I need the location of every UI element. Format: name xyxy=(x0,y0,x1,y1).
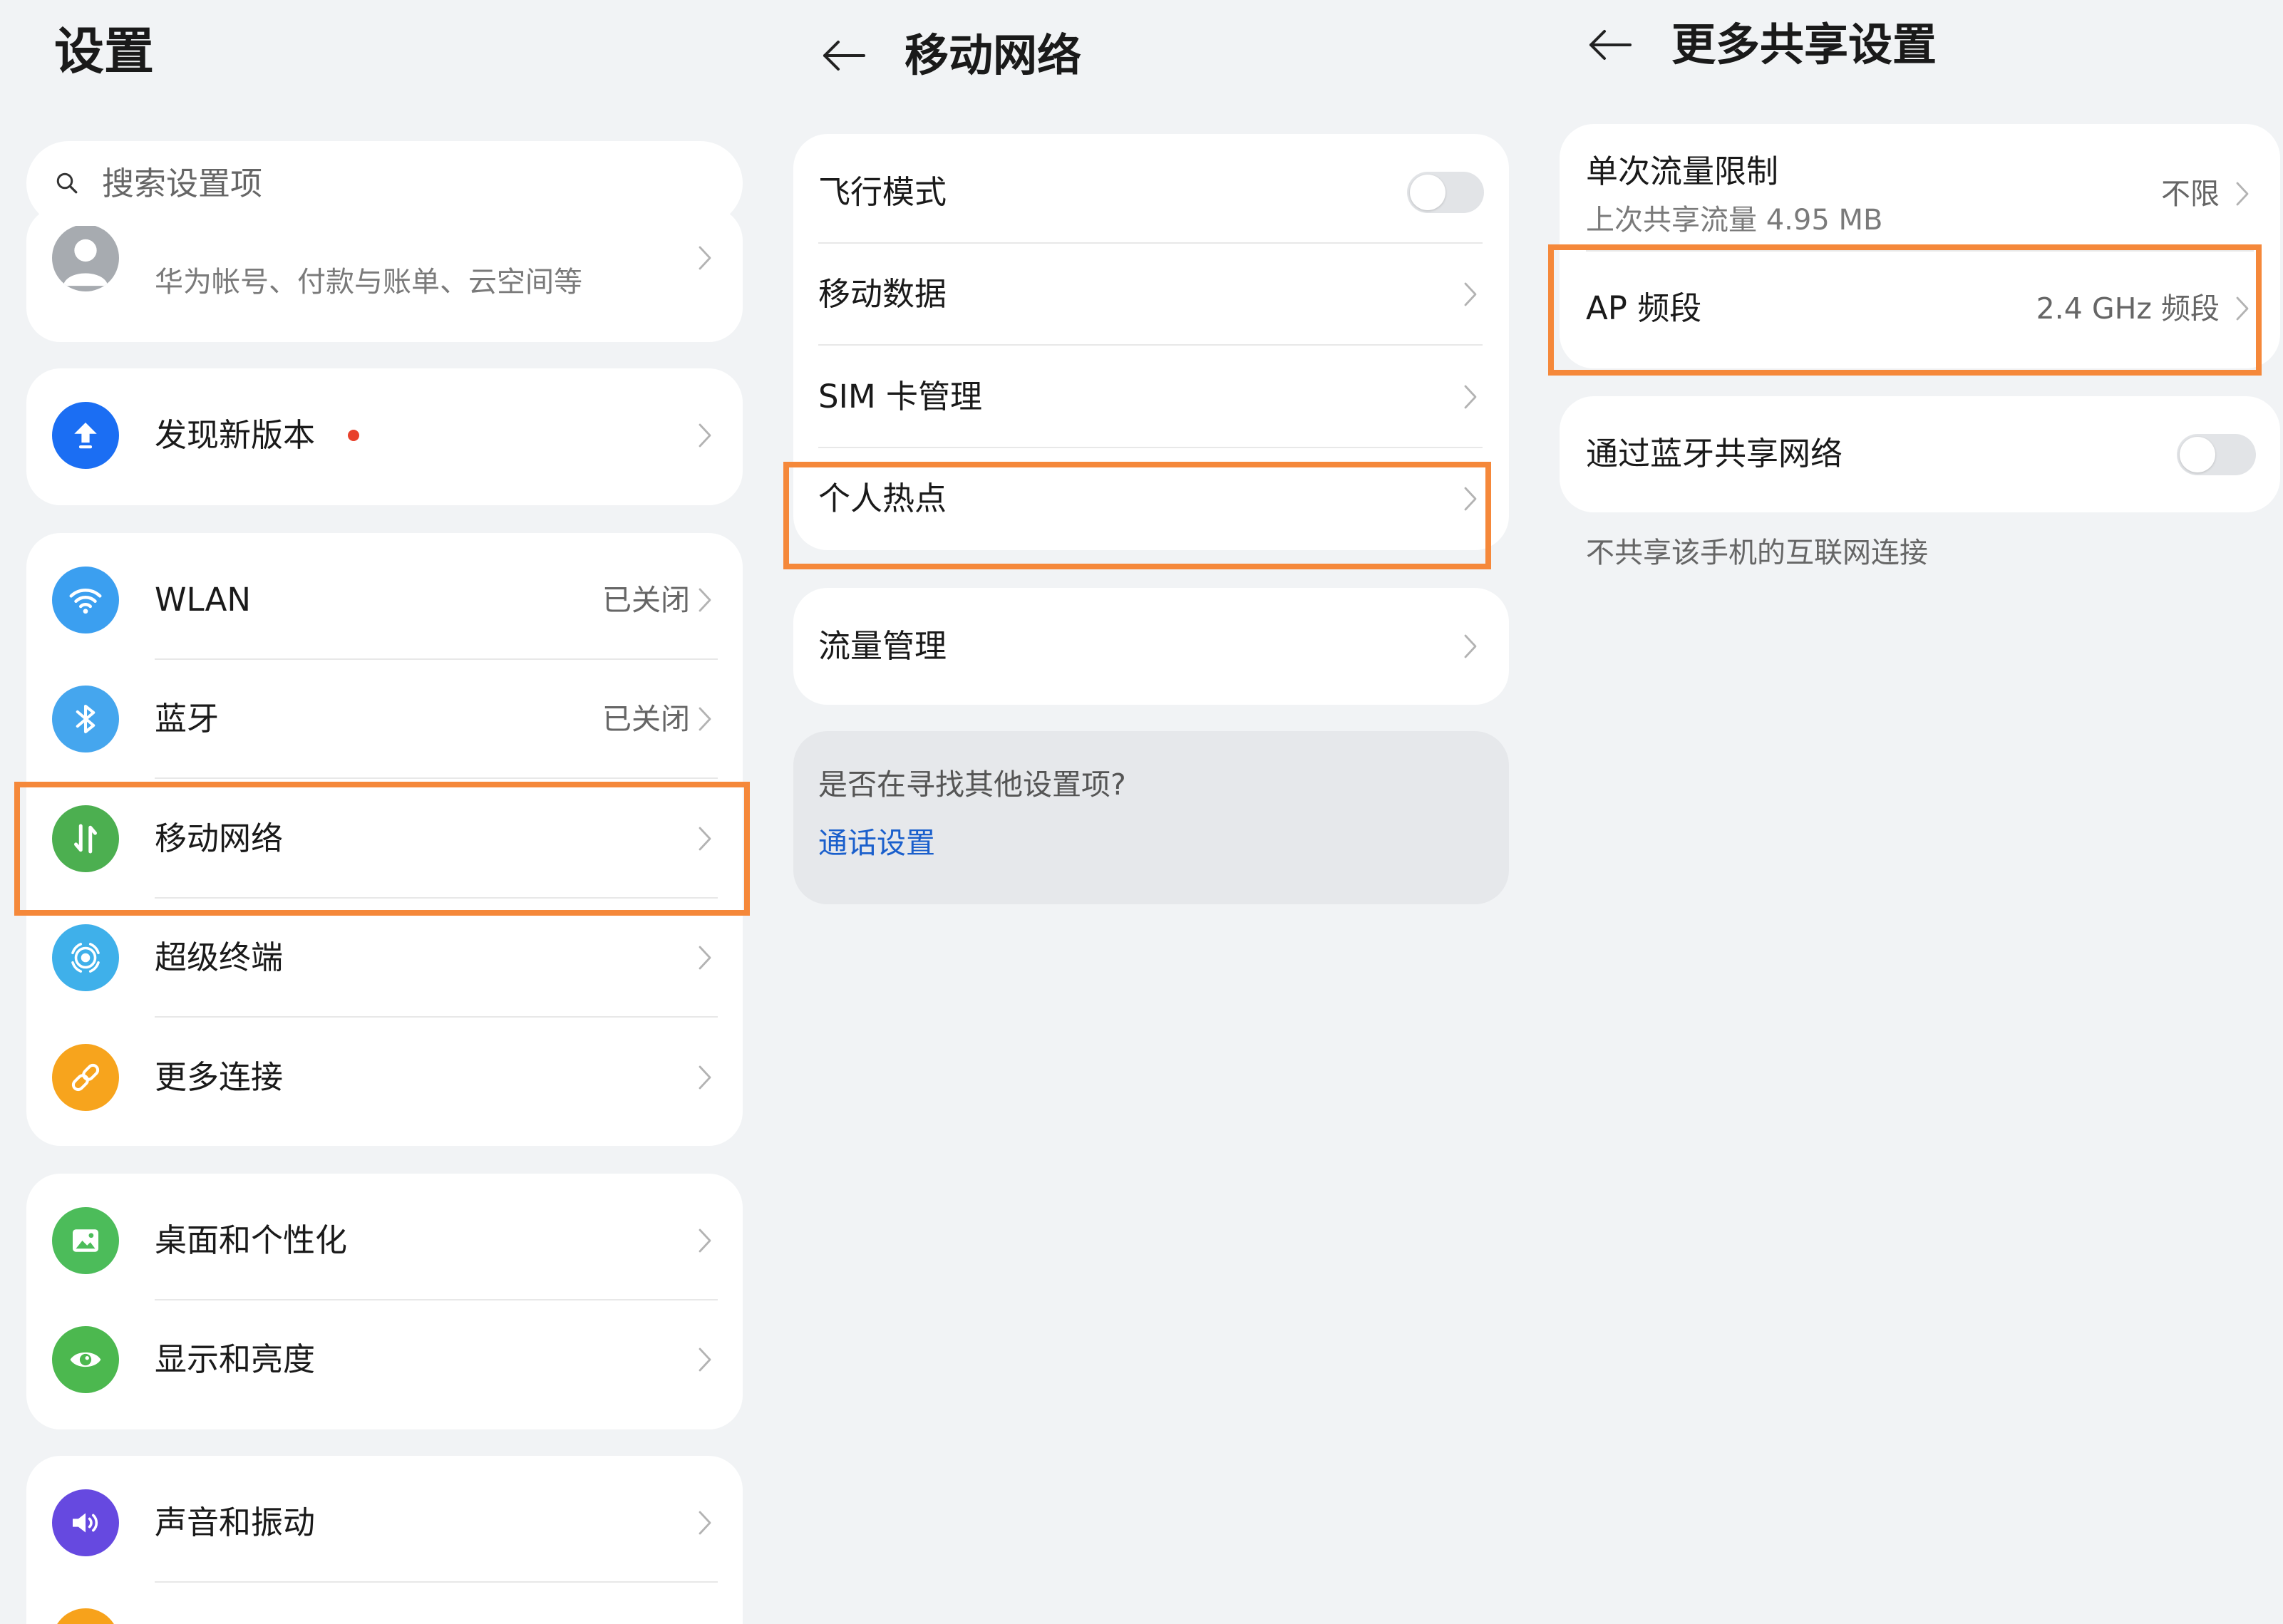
chevron-right-icon xyxy=(699,1229,711,1253)
status-value: 已关闭 xyxy=(602,702,690,737)
suggestion-question: 是否在寻找其他设置项? xyxy=(818,767,1126,802)
data-usage-card: 流量管理 xyxy=(793,588,1509,705)
account-card[interactable]: 华为帐号、付款与账单、云空间等 xyxy=(26,207,743,342)
settings-item-label: 通过蓝牙共享网络 xyxy=(1586,435,1843,472)
settings-item-wlan[interactable]: WLAN 已关闭 xyxy=(26,540,743,660)
settings-item-label: 蓝牙 xyxy=(155,700,220,738)
wifi-icon xyxy=(52,566,119,633)
display-card: 桌面和个性化 显示和亮度 xyxy=(26,1174,743,1429)
page-title: 更多共享设置 xyxy=(1671,19,1937,71)
settings-panel: 设置 搜索设置项 华为帐号、付款与账单、云空间等 发现新版本 WLAN 已关闭 … xyxy=(0,0,764,1624)
settings-item-super-device[interactable]: 超级终端 xyxy=(26,899,743,1018)
settings-item-sound[interactable]: 声音和振动 xyxy=(26,1463,743,1583)
super-device-icon xyxy=(52,924,119,992)
chevron-right-icon xyxy=(699,1511,711,1535)
bluetooth-tether-note: 不共享该手机的互联网连接 xyxy=(1586,537,1928,569)
airplane-mode-toggle[interactable] xyxy=(1407,171,1484,213)
bluetooth-tether-toggle[interactable] xyxy=(2177,434,2256,475)
settings-item-label: 桌面和个性化 xyxy=(155,1221,348,1259)
upload-arrow-icon xyxy=(52,402,119,469)
settings-item-label: WLAN xyxy=(155,580,252,619)
account-subtitle: 华为帐号、付款与账单、云空间等 xyxy=(155,266,582,299)
airplane-mode-row[interactable]: 飞行模式 xyxy=(793,141,1509,244)
settings-item-more-connections[interactable]: 更多连接 xyxy=(26,1018,743,1137)
status-value: 已关闭 xyxy=(602,582,690,617)
ap-band-row[interactable]: AP 频段 2.4 GHz 频段 xyxy=(1560,250,2280,368)
data-limit-row[interactable]: 单次流量限制 上次共享流量 4.95 MB 不限 xyxy=(1560,124,2280,250)
settings-item-label: 流量管理 xyxy=(818,627,947,665)
search-placeholder: 搜索设置项 xyxy=(102,165,263,202)
chevron-right-icon xyxy=(699,827,711,851)
connectivity-card: WLAN 已关闭 蓝牙 已关闭 移动网络 超级终端 更多连接 xyxy=(26,533,743,1146)
status-value: 不限 xyxy=(2161,177,2220,211)
settings-item-home-screen[interactable]: 桌面和个性化 xyxy=(26,1181,743,1300)
data-usage-row[interactable]: 流量管理 xyxy=(793,588,1509,705)
chevron-right-icon xyxy=(699,423,711,448)
settings-item-label: 飞行模式 xyxy=(818,172,947,211)
settings-item-label: 超级终端 xyxy=(155,938,284,977)
settings-item-subtitle: 上次共享流量 4.95 MB xyxy=(1586,204,1883,237)
settings-item-mobile-network[interactable]: 移动网络 xyxy=(26,779,743,899)
speaker-icon xyxy=(52,1489,119,1556)
chevron-right-icon xyxy=(2236,182,2249,206)
chevron-right-icon xyxy=(699,946,711,970)
settings-item-label: 移动网络 xyxy=(155,819,284,857)
settings-item-partial[interactable] xyxy=(26,1583,743,1624)
settings-item-label: AP 频段 xyxy=(1586,289,1702,327)
settings-item-label: 声音和振动 xyxy=(155,1503,316,1541)
settings-item-bluetooth[interactable]: 蓝牙 已关闭 xyxy=(26,660,743,779)
search-icon xyxy=(56,172,78,194)
page-title: 移动网络 xyxy=(905,29,1082,81)
settings-item-label: 个人热点 xyxy=(818,480,947,518)
settings-item-label: 发现新版本 xyxy=(155,416,316,454)
chevron-right-icon xyxy=(2236,296,2249,321)
wallpaper-icon xyxy=(52,1206,119,1274)
settings-item-update[interactable]: 发现新版本 xyxy=(26,368,743,502)
search-input[interactable]: 搜索设置项 xyxy=(26,141,743,226)
settings-item-label: 单次流量限制 xyxy=(1586,152,1779,190)
mobile-network-panel: 移动网络 飞行模式 移动数据 SIM 卡管理 个人热点 流量管理 是否在寻找其他… xyxy=(764,0,1529,1624)
back-arrow-icon[interactable] xyxy=(823,40,865,71)
page-title: 设置 xyxy=(54,22,154,81)
chevron-right-icon xyxy=(699,707,711,731)
sim-management-row[interactable]: SIM 卡管理 xyxy=(793,346,1509,448)
update-card: 发现新版本 xyxy=(26,368,743,505)
more-sharing-panel: 更多共享设置 单次流量限制 上次共享流量 4.95 MB 不限 AP 频段 2.… xyxy=(1529,0,2283,1624)
bluetooth-tether-row[interactable]: 通过蓝牙共享网络 xyxy=(1560,396,2280,512)
eye-icon xyxy=(52,1326,119,1394)
chevron-right-icon xyxy=(699,1348,711,1372)
settings-item-label: 更多连接 xyxy=(155,1057,284,1096)
chevron-right-icon xyxy=(1464,487,1477,511)
mobile-data-row[interactable]: 移动数据 xyxy=(793,244,1509,346)
settings-item-label: SIM 卡管理 xyxy=(818,377,982,415)
bluetooth-icon xyxy=(52,686,119,753)
notification-dot xyxy=(348,430,359,441)
chevron-right-icon xyxy=(699,588,711,612)
settings-item-label: 显示和亮度 xyxy=(155,1340,316,1379)
chevron-right-icon xyxy=(699,1065,711,1090)
chevron-right-icon xyxy=(1464,282,1477,306)
bluetooth-tether-card: 通过蓝牙共享网络 xyxy=(1560,396,2280,512)
settings-item-label: 移动数据 xyxy=(818,275,947,314)
back-arrow-icon[interactable] xyxy=(1589,29,1632,61)
sharing-card: 单次流量限制 上次共享流量 4.95 MB 不限 AP 频段 2.4 GHz 频… xyxy=(1560,124,2280,368)
chevron-right-icon xyxy=(699,246,711,270)
sound-card: 声音和振动 xyxy=(26,1456,743,1624)
chevron-right-icon xyxy=(1464,385,1477,409)
partial-orange-icon xyxy=(57,1608,114,1624)
chevron-right-icon xyxy=(1464,634,1477,658)
avatar xyxy=(52,224,119,291)
settings-item-display[interactable]: 显示和亮度 xyxy=(26,1300,743,1420)
call-settings-link[interactable]: 通话设置 xyxy=(818,825,935,861)
network-card: 飞行模式 移动数据 SIM 卡管理 个人热点 xyxy=(793,134,1509,550)
person-icon xyxy=(63,239,108,286)
mobile-data-icon xyxy=(52,805,119,872)
status-value: 2.4 GHz 频段 xyxy=(2036,291,2220,326)
page: 设置 搜索设置项 华为帐号、付款与账单、云空间等 发现新版本 WLAN 已关闭 … xyxy=(0,0,2283,1624)
link-icon xyxy=(52,1043,119,1111)
personal-hotspot-row[interactable]: 个人热点 xyxy=(793,448,1509,551)
suggestion-card: 是否在寻找其他设置项? 通话设置 xyxy=(793,731,1509,904)
